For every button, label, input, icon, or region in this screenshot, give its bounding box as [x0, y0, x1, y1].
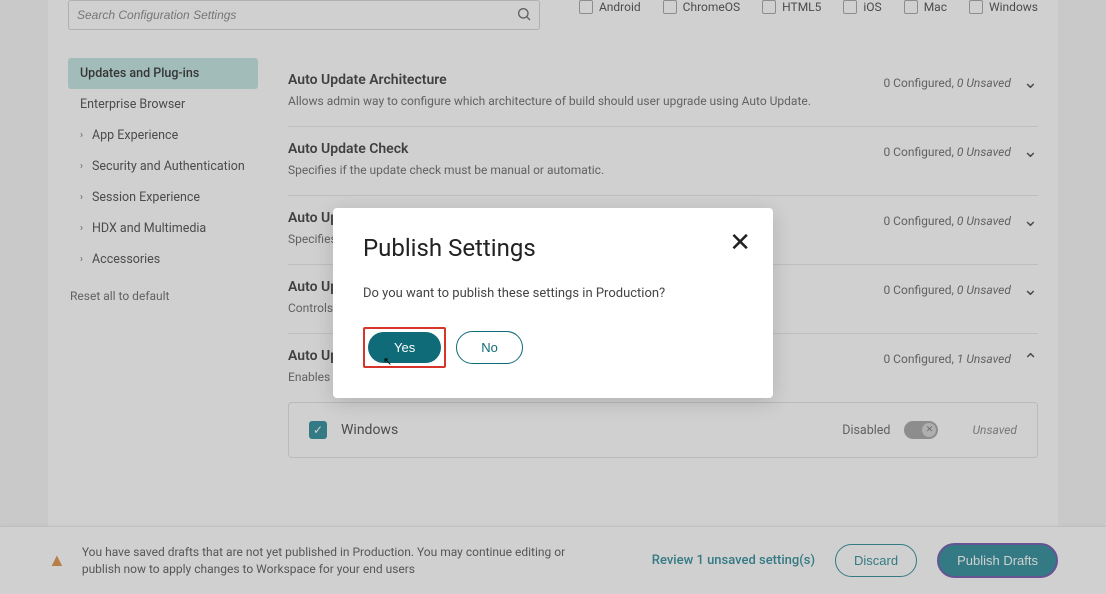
- yes-highlight-box: Yes ↖: [363, 327, 446, 368]
- modal-title: Publish Settings: [363, 234, 743, 262]
- no-button[interactable]: No: [456, 331, 523, 364]
- yes-button[interactable]: Yes: [368, 332, 441, 363]
- close-icon[interactable]: ✕: [729, 228, 751, 258]
- modal-overlay: ✕ Publish Settings Do you want to publis…: [0, 0, 1106, 594]
- publish-modal: ✕ Publish Settings Do you want to publis…: [333, 208, 773, 398]
- modal-body: Do you want to publish these settings in…: [363, 286, 743, 301]
- modal-actions: Yes ↖ No: [363, 327, 743, 368]
